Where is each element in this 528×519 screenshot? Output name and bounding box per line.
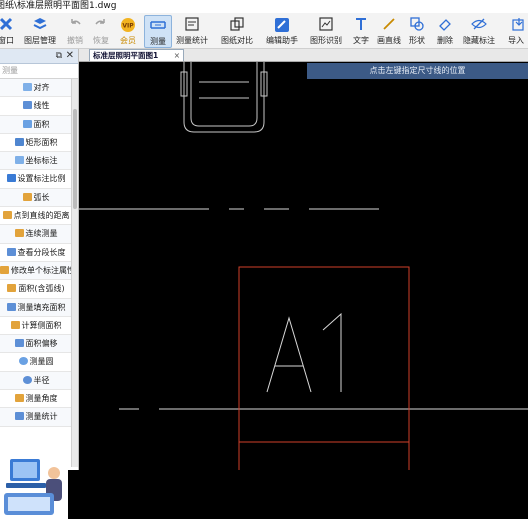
drawing-canvas[interactable]: 点击左键指定尺寸线的位置 [79,62,528,478]
tool-side-area[interactable]: 计算侧面积 [0,316,72,336]
tool-area-arc[interactable]: 面积(含弧线) [0,280,72,299]
window-button[interactable]: 窗口 [0,15,18,46]
tool-set-scale[interactable]: 设置标注比例 [0,170,72,189]
undo-button[interactable]: 撤销 [64,15,86,46]
tool-stats[interactable]: 测量统计 [0,408,72,427]
window-title-bar: 图纸\标准层照明平面图1.dwg [0,0,528,13]
promo-illustration [0,453,68,519]
import-button[interactable]: 导入 [504,15,528,46]
tool-area[interactable]: 面积 [0,115,72,134]
hide-annotations-button[interactable]: 隐藏标注 [462,15,496,46]
angle-icon [14,394,24,403]
measure-stats-button[interactable]: 测量统计 [174,15,210,46]
fill-area-icon [6,302,16,311]
vip-icon: VIP [121,18,135,32]
panel-scroll-thumb[interactable] [73,109,77,209]
main-toolbar: 窗口 图层管理 撤销 恢复 VIP 会员 测量 测量统计 图纸对比 编辑助手 图… [0,13,528,49]
stats-icon [185,17,199,31]
tool-area-offset[interactable]: 面积偏移 [0,335,72,354]
measure-tools-panel: ⧉ ✕ 测量 对齐 线性 面积 矩形面积 坐标标注 设置标注比例 弧长 点到直线… [0,49,79,519]
redo-icon [95,19,105,25]
rect-area-icon [14,137,24,146]
tool-edit-annotation[interactable]: 修改单个标注属性 [0,261,75,281]
command-hint: 点击左键指定尺寸线的位置 [307,63,528,79]
window-title: 图纸\标准层照明平面图1.dwg [0,1,117,11]
point-line-icon [2,211,12,220]
compare-icon [230,17,244,31]
text-icon [356,18,366,30]
tool-circle[interactable]: 测量圆 [0,353,72,372]
panel-scrollbar[interactable] [71,79,78,467]
draw-line-button[interactable]: 画直线 [376,15,402,46]
radius-icon [22,375,32,384]
measure-tool-list: 对齐 线性 面积 矩形面积 坐标标注 设置标注比例 弧长 点到直线的距离 连续测… [0,79,75,427]
tool-rect-area[interactable]: 矩形面积 [0,133,72,153]
tool-linear[interactable]: 线性 [0,97,72,116]
tool-radius[interactable]: 半径 [0,371,72,391]
compare-drawings-button[interactable]: 图纸对比 [220,15,254,46]
panel-pin-icon[interactable]: ⧉ [56,51,62,61]
panel-header: ⧉ ✕ [0,49,78,64]
tool-point-line[interactable]: 点到直线的距离 [0,207,72,226]
tool-fill-area[interactable]: 测量填充面积 [0,298,72,317]
label-frame [238,266,410,478]
panel-close-icon[interactable]: ✕ [66,50,74,61]
shape-button[interactable]: 形状 [406,15,428,46]
hide-eye-icon [471,18,487,30]
coordinate-icon [14,156,24,165]
undo-icon [71,19,81,25]
image-icon [319,17,333,31]
shape-recognition-button[interactable]: 图形识别 [308,15,344,46]
redo-button[interactable]: 恢复 [90,15,112,46]
tab-close-icon[interactable]: × [174,50,180,61]
tool-coordinate[interactable]: 坐标标注 [0,152,72,171]
align-icon [22,83,32,91]
drawing-text-a1 [266,312,342,393]
area-icon [22,119,32,128]
segment-icon [6,247,16,256]
document-tab-bar: 标准层照明平面图1 × [79,49,528,62]
edit-assistant-button[interactable]: 编辑助手 [264,15,300,46]
continuous-icon [14,229,24,238]
edit-annotation-icon [0,265,9,274]
side-area-icon [10,320,20,329]
stats-list-icon [14,412,24,421]
tool-segment-length[interactable]: 查看分段长度 [0,243,72,262]
vip-button[interactable]: VIP 会员 [116,15,140,46]
furniture-chair [180,62,268,133]
import-icon [512,18,524,31]
linear-icon [22,101,32,110]
window-icon [0,17,13,31]
tool-angle[interactable]: 测量角度 [0,390,72,409]
layer-manager-button[interactable]: 图层管理 [22,15,58,46]
scale-icon [6,174,16,183]
text-button[interactable]: 文字 [350,15,372,46]
tool-arc-length[interactable]: 弧长 [0,188,72,208]
shape-icon [410,17,424,31]
ruler-icon [150,21,166,29]
cad-drawing[interactable] [79,62,528,478]
measure-button[interactable]: 测量 [144,15,172,48]
area-arc-icon [7,284,17,293]
area-offset-icon [14,339,24,348]
guide-lines [79,208,528,410]
line-icon [383,18,395,30]
tool-align[interactable]: 对齐 [0,79,72,98]
document-tab[interactable]: 标准层照明平面图1 × [89,49,184,61]
eraser-icon [439,19,451,31]
layers-icon [33,18,47,30]
svg-text:VIP: VIP [122,23,134,30]
circle-icon [18,357,28,366]
delete-button[interactable]: 删除 [434,15,456,46]
arc-icon [22,192,32,201]
edit-assistant-icon [275,18,289,32]
panel-search-input[interactable]: 测量 [0,64,78,79]
tool-continuous[interactable]: 连续测量 [0,225,72,244]
